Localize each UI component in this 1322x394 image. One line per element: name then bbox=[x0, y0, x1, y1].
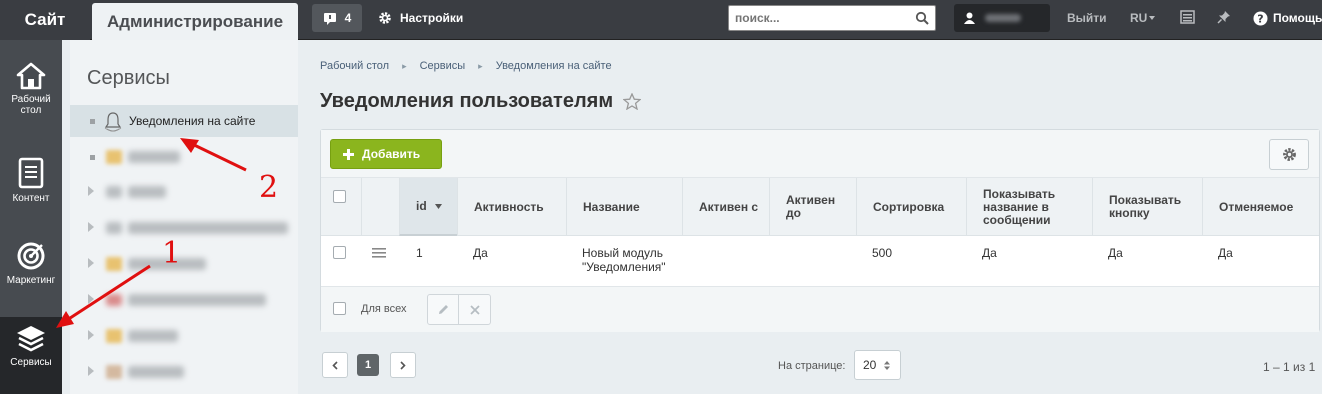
annotation-marker-2: 2 bbox=[259, 170, 279, 205]
arrow-1-head-icon bbox=[56, 311, 74, 328]
annotation-marker-1: 1 bbox=[162, 236, 182, 271]
annotation-overlay bbox=[56, 138, 247, 328]
arrow-2-line bbox=[187, 140, 247, 172]
arrow-1-line bbox=[63, 264, 151, 324]
